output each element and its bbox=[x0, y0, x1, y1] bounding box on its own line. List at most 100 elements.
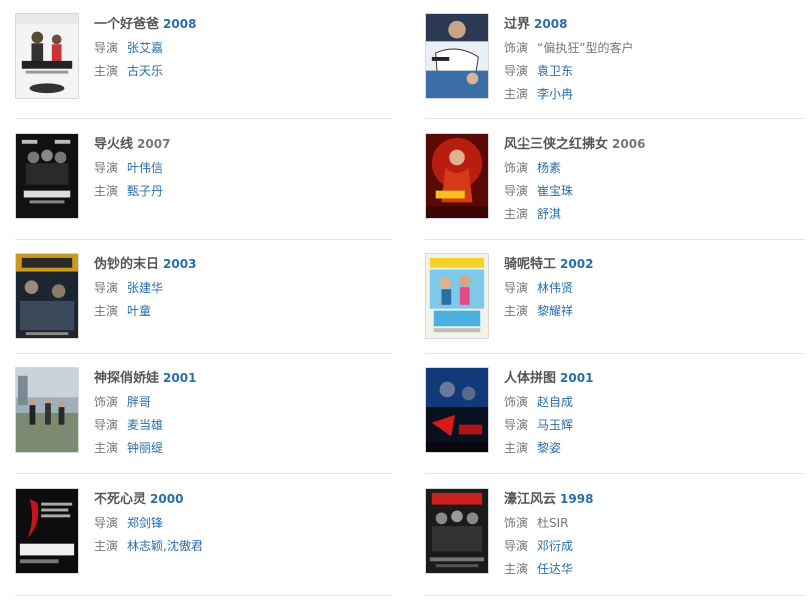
row-divider bbox=[425, 239, 805, 240]
film-title-line: 神探俏娇娃 2001 bbox=[94, 367, 394, 387]
credit-role-label: 导演 bbox=[94, 516, 119, 530]
person-link[interactable]: 赵自成 bbox=[537, 395, 573, 409]
film-year[interactable]: 1998 bbox=[560, 492, 593, 506]
person-link[interactable]: 林伟贤 bbox=[537, 281, 573, 295]
person-link[interactable]: 杨素 bbox=[537, 161, 561, 175]
person-link[interactable]: 李小冉 bbox=[537, 87, 573, 101]
credit-role-label: 导演 bbox=[504, 184, 529, 198]
film-title-link[interactable]: 濠江风云 bbox=[504, 492, 556, 507]
person-link[interactable]: 郑剑锋 bbox=[127, 516, 163, 530]
film-year: 2007 bbox=[137, 137, 171, 151]
film-title-link[interactable]: 人体拼图 bbox=[504, 371, 556, 386]
film-info: 一个好爸爸 2008 导演 张艾嘉 主演 古天乐 bbox=[94, 13, 394, 83]
film-year[interactable]: 2003 bbox=[163, 257, 196, 271]
person-link[interactable]: 黎耀祥 bbox=[537, 304, 573, 318]
credit-role-label: 主演 bbox=[504, 304, 529, 318]
credit-row: 饰演 “偏执狂”型的客户 bbox=[504, 37, 804, 60]
credit-role-label: 主演 bbox=[504, 441, 529, 455]
person-link[interactable]: 舒淇 bbox=[537, 207, 561, 221]
film-title-line: 骑呢特工 2002 bbox=[504, 253, 804, 273]
credit-role-label: 导演 bbox=[94, 418, 119, 432]
credit-row: 导演 郑剑锋 bbox=[94, 512, 394, 535]
film-poster[interactable] bbox=[15, 133, 79, 219]
credit-list: 饰演 胖哥导演 麦当雄主演 钟丽缇 bbox=[94, 391, 394, 460]
film-year[interactable]: 2000 bbox=[150, 492, 183, 506]
person-link[interactable]: 崔宝珠 bbox=[537, 184, 573, 198]
film-title-link[interactable]: 骑呢特工 bbox=[504, 257, 556, 272]
film-poster[interactable] bbox=[15, 367, 79, 453]
film-title-link[interactable]: 风尘三侠之红拂女 bbox=[504, 137, 608, 152]
credit-role-label: 主演 bbox=[504, 87, 529, 101]
credit-row: 导演 袁卫东 bbox=[504, 60, 804, 83]
film-info: 伪钞的末日 2003 导演 张建华主演 叶童 bbox=[94, 253, 394, 323]
credit-list: 饰演 赵自成 导演 马玉辉 主演 黎姿 bbox=[504, 391, 804, 460]
person-link[interactable]: 张艾嘉 bbox=[127, 41, 163, 55]
film-title-link[interactable]: 一个好爸爸 bbox=[94, 17, 159, 32]
credit-row: 饰演 杨素 bbox=[504, 157, 804, 180]
credit-row: 导演 崔宝珠 bbox=[504, 180, 804, 203]
credit-list: 饰演 杜SIR 导演 邓衍成 主演 任达华 bbox=[504, 512, 804, 581]
film-poster[interactable] bbox=[425, 13, 489, 99]
film-poster[interactable] bbox=[15, 253, 79, 339]
film-title-link[interactable]: 不死心灵 bbox=[94, 492, 146, 507]
person-link[interactable]: 黎姿 bbox=[537, 441, 561, 455]
credit-row: 主演 任达华 bbox=[504, 558, 804, 581]
credit-list: 导演 郑剑锋 主演 林志颖,沈傲君 bbox=[94, 512, 394, 558]
credit-row: 饰演 杜SIR bbox=[504, 512, 804, 535]
row-divider bbox=[15, 239, 392, 240]
credit-row: 主演 黎耀祥 bbox=[504, 300, 804, 323]
credit-role-label: 主演 bbox=[94, 64, 119, 78]
row-divider bbox=[425, 595, 805, 596]
credit-role-label: 饰演 bbox=[504, 516, 529, 530]
film-title-line: 导火线 2007 bbox=[94, 133, 394, 153]
person-link[interactable]: 任达华 bbox=[537, 562, 573, 576]
person-link[interactable]: 叶童 bbox=[127, 304, 151, 318]
person-link[interactable]: 林志颖 bbox=[127, 539, 163, 553]
credit-role-label: 主演 bbox=[94, 304, 119, 318]
credit-row: 导演 张建华 bbox=[94, 277, 394, 300]
credit-list: 导演 叶伟信 主演 甄子丹 bbox=[94, 157, 394, 203]
credit-row: 主演 钟丽缇 bbox=[94, 437, 394, 460]
film-title-link[interactable]: 神探俏娇娃 bbox=[94, 371, 159, 386]
film-poster[interactable] bbox=[425, 253, 489, 339]
credit-row: 导演 叶伟信 bbox=[94, 157, 394, 180]
credit-role-label: 主演 bbox=[94, 539, 119, 553]
film-title-link[interactable]: 过界 bbox=[504, 17, 530, 32]
credit-role-label: 主演 bbox=[504, 562, 529, 576]
credit-row: 饰演 胖哥 bbox=[94, 391, 394, 414]
film-title-line: 人体拼图 2001 bbox=[504, 367, 804, 387]
person-link[interactable]: 胖哥 bbox=[127, 395, 151, 409]
person-link[interactable]: 沈傲君 bbox=[167, 539, 203, 553]
film-title-line: 伪钞的末日 2003 bbox=[94, 253, 394, 273]
row-divider bbox=[425, 118, 805, 119]
film-year[interactable]: 2008 bbox=[163, 17, 196, 31]
character-name: 杜SIR bbox=[537, 516, 569, 530]
person-link[interactable]: 钟丽缇 bbox=[127, 441, 163, 455]
person-link[interactable]: 麦当雄 bbox=[127, 418, 163, 432]
film-title-link[interactable]: 伪钞的末日 bbox=[94, 257, 159, 272]
person-link[interactable]: 袁卫东 bbox=[537, 64, 573, 78]
film-year[interactable]: 2002 bbox=[560, 257, 593, 271]
film-poster[interactable] bbox=[425, 133, 489, 219]
credit-role-label: 饰演 bbox=[504, 161, 529, 175]
film-title-link[interactable]: 导火线 bbox=[94, 137, 133, 152]
person-link[interactable]: 古天乐 bbox=[127, 64, 163, 78]
person-link[interactable]: 邓衍成 bbox=[537, 539, 573, 553]
film-year[interactable]: 2008 bbox=[534, 17, 567, 31]
person-link[interactable]: 甄子丹 bbox=[127, 184, 163, 198]
film-poster[interactable] bbox=[425, 488, 489, 574]
film-poster[interactable] bbox=[15, 488, 79, 574]
person-link[interactable]: 马玉辉 bbox=[537, 418, 573, 432]
film-year[interactable]: 2001 bbox=[163, 371, 196, 385]
film-year[interactable]: 2001 bbox=[560, 371, 593, 385]
credit-row: 导演 林伟贤 bbox=[504, 277, 804, 300]
person-link[interactable]: 张建华 bbox=[127, 281, 163, 295]
film-title-line: 不死心灵 2000 bbox=[94, 488, 394, 508]
film-info: 骑呢特工 2002 导演 林伟贤 主演 黎耀祥 bbox=[504, 253, 804, 323]
film-info: 濠江风云 1998 饰演 杜SIR 导演 邓衍成 主演 任达华 bbox=[504, 488, 804, 581]
row-divider bbox=[425, 473, 805, 474]
film-poster[interactable] bbox=[15, 13, 79, 99]
person-link[interactable]: 叶伟信 bbox=[127, 161, 163, 175]
row-divider bbox=[15, 353, 392, 354]
film-poster[interactable] bbox=[425, 367, 489, 453]
